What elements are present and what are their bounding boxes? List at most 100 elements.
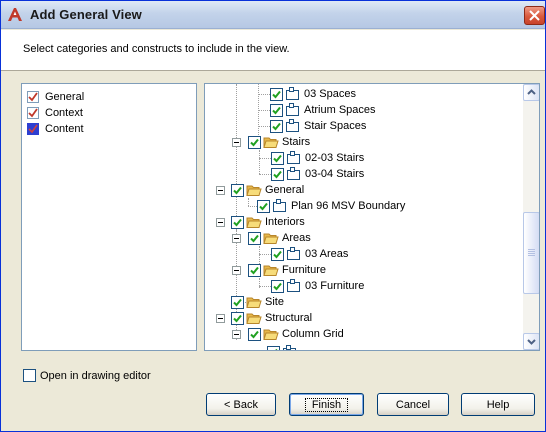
chevron-up-icon xyxy=(527,89,536,95)
tree-item-label: 03 Furniture xyxy=(305,280,365,292)
tree-item-folder[interactable]: Furniture xyxy=(248,262,326,278)
collapse-toggle[interactable] xyxy=(216,314,225,323)
category-item-general[interactable]: General xyxy=(27,89,84,105)
close-icon xyxy=(529,10,540,21)
tree-item-folder[interactable]: Areas xyxy=(248,230,311,246)
folder-icon xyxy=(263,137,279,148)
tree-checkbox[interactable] xyxy=(231,183,244,197)
content-blue-icon xyxy=(27,123,39,135)
tree-checkbox[interactable] xyxy=(267,345,280,350)
cancel-button[interactable]: Cancel xyxy=(377,393,449,416)
tree-checkbox[interactable] xyxy=(271,151,284,165)
tree-item-view[interactable]: 03 Furniture xyxy=(271,278,364,294)
tree-checkbox[interactable] xyxy=(248,135,261,149)
tree-line xyxy=(258,94,270,95)
tree-checkbox[interactable] xyxy=(248,263,261,277)
tree-item-label: Column Grid xyxy=(282,328,344,340)
checkmark-icon xyxy=(272,90,281,98)
category-label: General xyxy=(45,91,85,103)
back-button[interactable]: < Back xyxy=(206,393,276,416)
checkmark-icon xyxy=(250,330,259,338)
tree-line xyxy=(259,174,271,175)
tree-line xyxy=(259,150,260,174)
tree-item-view[interactable]: 03-04 Stairs xyxy=(271,166,364,182)
checkmark-icon xyxy=(259,202,268,210)
construct-tree[interactable]: 03 Spaces Atrium Spaces Stair Spaces Sta… xyxy=(205,84,523,350)
construct-tree-panel[interactable]: 03 Spaces Atrium Spaces Stair Spaces Sta… xyxy=(204,83,540,351)
add-general-view-dialog: Add General View Select categories and c… xyxy=(0,0,546,432)
title-bar[interactable]: Add General View xyxy=(1,1,545,29)
tree-item-folder[interactable]: Column Grid xyxy=(248,326,344,342)
view-icon xyxy=(287,279,300,292)
tree-item-view-partial[interactable] xyxy=(267,344,301,350)
tree-checkbox[interactable] xyxy=(231,215,244,229)
checkmark-icon xyxy=(272,122,281,130)
category-list[interactable]: General Context Content xyxy=(21,83,197,351)
tree-item-view[interactable]: Plan 96 MSV Boundary xyxy=(257,198,405,214)
tree-checkbox[interactable] xyxy=(248,231,261,245)
scroll-up-button[interactable] xyxy=(523,84,539,101)
checkmark-icon xyxy=(273,154,282,162)
collapse-toggle[interactable] xyxy=(216,218,225,227)
vertical-scrollbar[interactable] xyxy=(523,84,539,350)
tree-item-folder[interactable]: Structural xyxy=(231,310,312,326)
tree-checkbox[interactable] xyxy=(231,311,244,325)
checkmark-icon xyxy=(250,138,259,146)
instruction-header: Select categories and constructs to incl… xyxy=(1,30,545,71)
tree-checkbox[interactable] xyxy=(271,167,284,181)
checkmark-icon xyxy=(274,348,278,350)
tree-checkbox[interactable] xyxy=(248,327,261,341)
open-in-editor-label: Open in drawing editor xyxy=(40,369,151,382)
tree-item-view[interactable]: Stair Spaces xyxy=(270,118,366,134)
tree-item-label: Site xyxy=(265,296,284,308)
collapse-toggle[interactable] xyxy=(232,234,241,243)
tree-item-label: Stairs xyxy=(282,136,311,148)
tree-item-label: Plan 96 MSV Boundary xyxy=(291,200,406,212)
tree-checkbox[interactable] xyxy=(270,87,283,101)
tree-item-label: 03-04 Stairs xyxy=(305,168,365,180)
tree-line xyxy=(258,126,270,127)
category-label: Context xyxy=(45,107,83,119)
collapse-toggle[interactable] xyxy=(232,266,241,275)
collapse-toggle[interactable] xyxy=(216,186,225,195)
tree-checkbox[interactable] xyxy=(270,103,283,117)
tree-item-folder[interactable]: Interiors xyxy=(231,214,305,230)
tree-item-folder[interactable]: Stairs xyxy=(248,134,310,150)
tree-item-view[interactable]: 03 Spaces xyxy=(270,86,356,102)
open-in-editor-checkbox[interactable] xyxy=(23,369,36,382)
open-in-editor-option[interactable]: Open in drawing editor xyxy=(23,369,151,382)
close-button[interactable] xyxy=(524,6,545,25)
checkmark-icon xyxy=(273,250,282,258)
finish-button[interactable]: Finish xyxy=(289,393,364,416)
view-icon xyxy=(286,103,299,116)
view-icon xyxy=(286,87,299,100)
view-icon xyxy=(273,199,286,212)
tree-item-view[interactable]: 03 Areas xyxy=(271,246,348,262)
tree-checkbox[interactable] xyxy=(271,247,284,261)
collapse-toggle[interactable] xyxy=(232,138,241,147)
tree-item-label: General xyxy=(265,184,305,196)
tree-checkbox[interactable] xyxy=(271,279,284,293)
tree-line xyxy=(259,158,271,159)
category-item-content[interactable]: Content xyxy=(27,121,84,137)
collapse-toggle[interactable] xyxy=(232,330,241,339)
scroll-thumb[interactable] xyxy=(523,212,539,294)
tree-checkbox[interactable] xyxy=(270,119,283,133)
tree-item-folder[interactable]: Site xyxy=(231,294,284,310)
tree-item-label: Furniture xyxy=(282,264,327,276)
tree-item-folder[interactable]: General xyxy=(231,182,304,198)
scroll-down-button[interactable] xyxy=(523,333,539,350)
folder-icon xyxy=(263,329,279,340)
tree-checkbox[interactable] xyxy=(231,295,244,309)
tree-line xyxy=(248,198,249,206)
help-button[interactable]: Help xyxy=(461,393,535,416)
tree-item-view[interactable]: 02-03 Stairs xyxy=(271,150,364,166)
tree-item-view[interactable]: Atrium Spaces xyxy=(270,102,376,118)
instruction-text: Select categories and constructs to incl… xyxy=(23,43,290,55)
tree-item-label: Stair Spaces xyxy=(304,120,367,132)
checkmark-icon xyxy=(233,218,242,226)
folder-icon xyxy=(263,233,279,244)
checkmark-icon xyxy=(273,282,282,290)
tree-checkbox[interactable] xyxy=(257,199,270,213)
category-item-context[interactable]: Context xyxy=(27,105,83,121)
